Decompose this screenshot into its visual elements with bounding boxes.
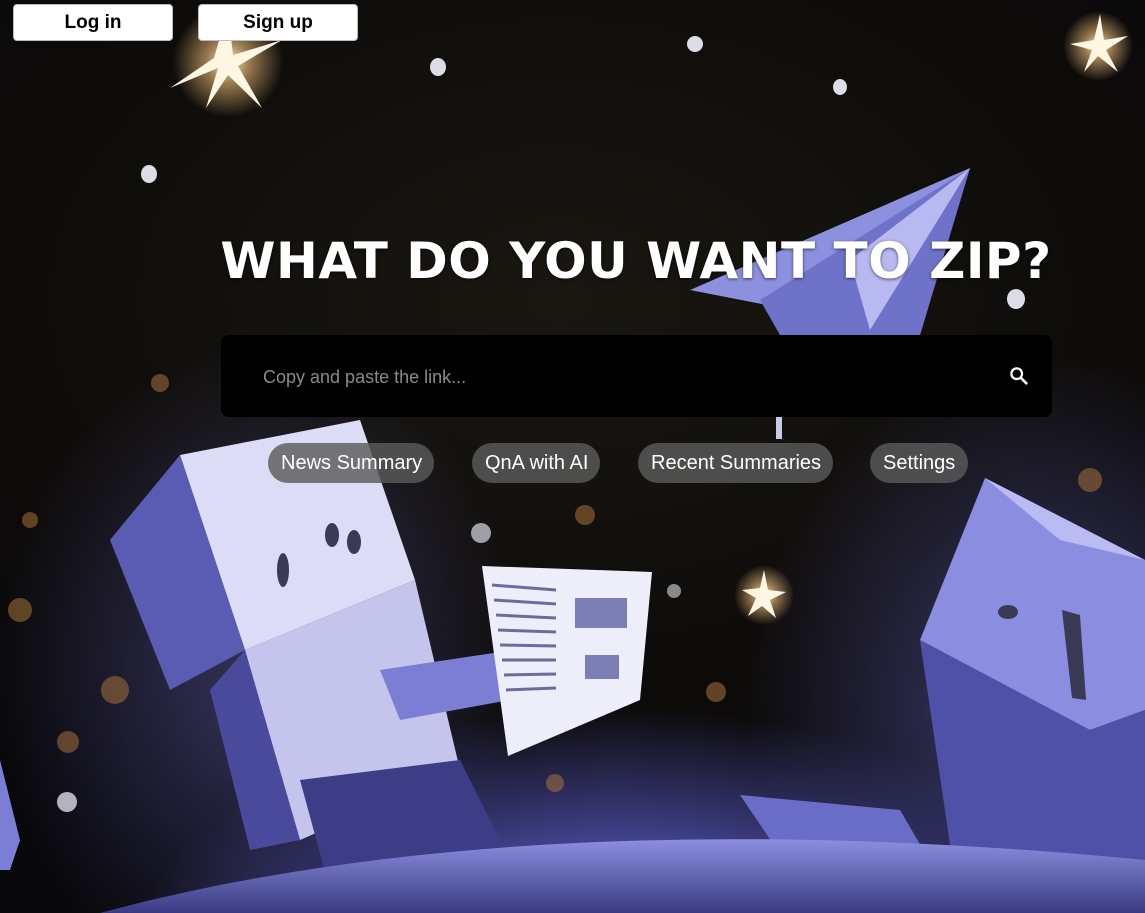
- signup-button[interactable]: Sign up: [198, 4, 358, 41]
- login-button[interactable]: Log in: [13, 4, 173, 41]
- origami-robot-left: [110, 420, 520, 890]
- search-bar: [221, 335, 1052, 419]
- edge-object-left: [0, 760, 20, 870]
- quick-nav: News Summary QnA with AI Recent Summarie…: [0, 443, 1145, 483]
- chip-recent-summaries[interactable]: Recent Summaries: [638, 443, 833, 483]
- planet-surface: [100, 839, 1145, 913]
- search-input[interactable]: [261, 335, 985, 419]
- search-button[interactable]: [1004, 361, 1034, 391]
- page: Log in Sign up WHAT DO YOU WANT TO ZIP? …: [0, 0, 1145, 913]
- chip-qna-with-ai[interactable]: QnA with AI: [472, 443, 600, 483]
- chip-settings[interactable]: Settings: [870, 443, 968, 483]
- search-icon: [1010, 367, 1028, 385]
- page-title: WHAT DO YOU WANT TO ZIP?: [220, 232, 1052, 290]
- chip-news-summary[interactable]: News Summary: [268, 443, 434, 483]
- newspaper: [482, 566, 652, 756]
- star-glow-top-right: [1063, 11, 1133, 81]
- star-glow-mid: [734, 565, 794, 625]
